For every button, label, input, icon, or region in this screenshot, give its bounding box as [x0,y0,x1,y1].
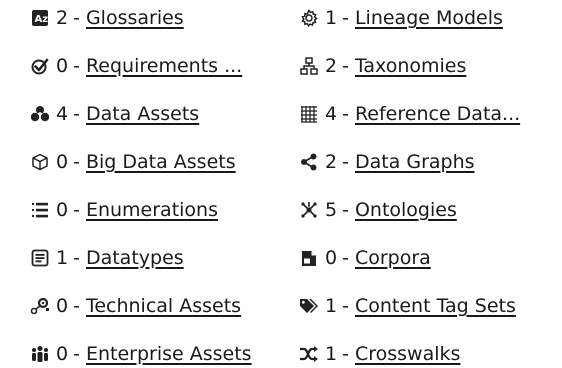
summary-item-technical-assets: 0 - Technical Assets [30,292,241,320]
separator: - [73,103,80,125]
separator: - [73,343,80,365]
requirements-link[interactable]: Requirements ... [86,52,242,80]
data-assets-icon [30,104,50,124]
separator: - [342,199,349,221]
reference-data-link[interactable]: Reference Data... [355,100,520,128]
datatypes-link[interactable]: Datatypes [86,244,184,272]
separator: - [73,151,80,173]
ontologies-link[interactable]: Ontologies [355,196,457,224]
separator: - [342,7,349,29]
taxonomy-icon [299,56,319,76]
count: 2 [325,151,338,173]
count: 1 [56,247,69,269]
nodes-icon [30,296,50,316]
summary-item-enterprise-assets: 0 - Enterprise Assets [30,340,252,368]
separator: - [73,247,80,269]
count: 1 [325,7,338,29]
count: 4 [325,103,338,125]
corpora-link[interactable]: Corpora [355,244,431,272]
summary-item-data-assets: 4 - Data Assets [30,100,199,128]
separator: - [73,199,80,221]
glossaries-link[interactable]: Glossaries [86,4,184,32]
separator: - [342,295,349,317]
count: 1 [325,343,338,365]
separator: - [73,295,80,317]
datatype-icon [30,248,50,268]
summary-item-ontologies: 5 - Ontologies [299,196,457,224]
summary-item-data-graphs: 2 - Data Graphs [299,148,475,176]
summary-item-lineage-models: 1 - Lineage Models [299,4,503,32]
technical-assets-link[interactable]: Technical Assets [86,292,241,320]
count: 0 [325,247,338,269]
summary-item-reference-data: 4 - Reference Data... [299,100,520,128]
list-icon [30,200,50,220]
enterprise-assets-link[interactable]: Enterprise Assets [86,340,252,368]
ontology-icon [299,200,319,220]
count: 0 [56,343,69,365]
summary-item-crosswalks: 1 - Crosswalks [299,340,460,368]
count: 0 [56,55,69,77]
cube-icon [30,152,50,172]
count: 0 [56,151,69,173]
enumerations-link[interactable]: Enumerations [86,196,218,224]
separator: - [342,55,349,77]
svg-text:Az: Az [35,14,49,25]
grid-icon [299,104,319,124]
share-icon [299,152,319,172]
count: 2 [325,55,338,77]
content-tag-sets-link[interactable]: Content Tag Sets [355,292,516,320]
summary-item-corpora: 0 - Corpora [299,244,431,272]
tags-icon [299,296,319,316]
summary-item-content-tag-sets: 1 - Content Tag Sets [299,292,516,320]
taxonomies-link[interactable]: Taxonomies [355,52,466,80]
count: 0 [56,295,69,317]
data-graphs-link[interactable]: Data Graphs [355,148,475,176]
separator: - [73,55,80,77]
check-badge-icon [30,56,50,76]
gear-icon [299,8,319,28]
big-data-assets-link[interactable]: Big Data Assets [86,148,236,176]
shuffle-icon [299,344,319,364]
document-icon [299,248,319,268]
count: 0 [56,199,69,221]
lineage-models-link[interactable]: Lineage Models [355,4,503,32]
summary-item-enumerations: 0 - Enumerations [30,196,218,224]
glossary-icon: Az [30,8,50,28]
asset-summary-grid: Az 2 - Glossaries 0 - Requirements ... 4… [0,0,562,366]
crosswalks-link[interactable]: Crosswalks [355,340,460,368]
data-assets-link[interactable]: Data Assets [86,100,199,128]
count: 1 [325,295,338,317]
summary-item-taxonomies: 2 - Taxonomies [299,52,466,80]
count: 5 [325,199,338,221]
count: 2 [56,7,69,29]
summary-item-datatypes: 1 - Datatypes [30,244,184,272]
summary-item-big-data-assets: 0 - Big Data Assets [30,148,236,176]
enterprise-people-icon [30,344,50,364]
separator: - [342,103,349,125]
count: 4 [56,103,69,125]
separator: - [342,151,349,173]
summary-item-requirements: 0 - Requirements ... [30,52,242,80]
separator: - [73,7,80,29]
summary-item-glossaries: Az 2 - Glossaries [30,4,184,32]
separator: - [342,247,349,269]
separator: - [342,343,349,365]
